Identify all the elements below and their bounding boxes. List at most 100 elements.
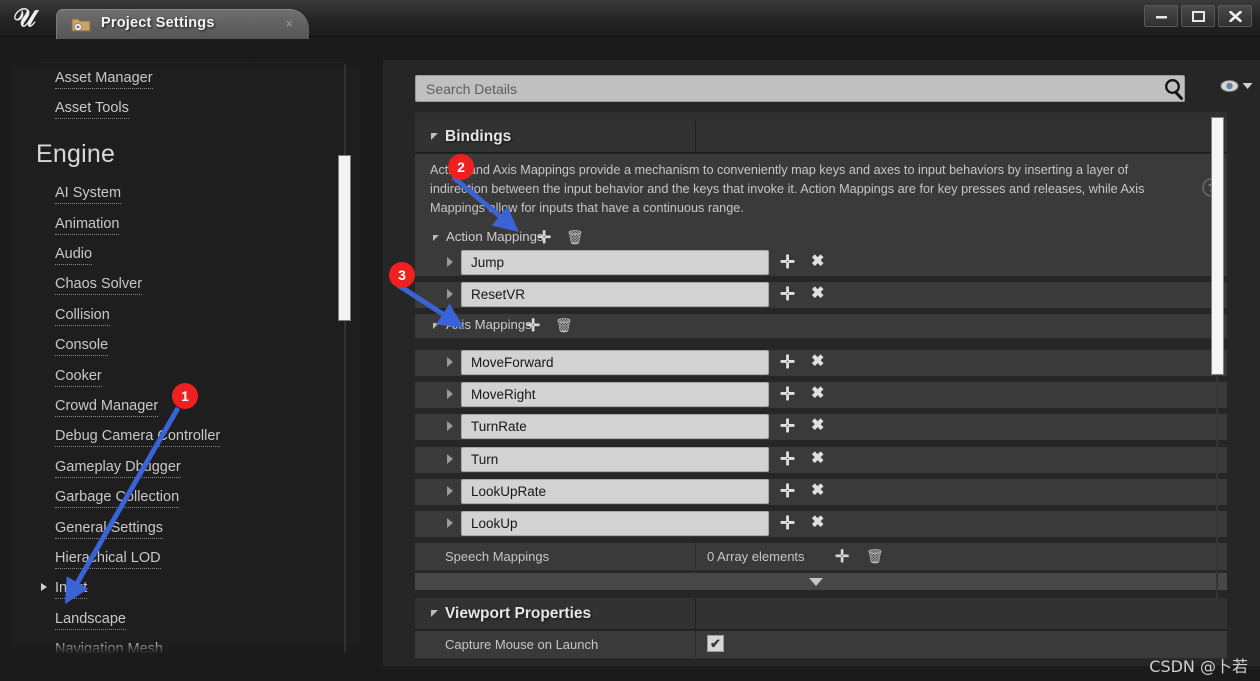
add-speech-mapping-button[interactable]: ✛	[835, 547, 849, 567]
remove-mapping-button[interactable]: ✖	[811, 512, 824, 534]
window-controls	[1144, 5, 1252, 27]
sidebar-scrollbar-thumb[interactable]	[338, 155, 351, 321]
column-divider	[695, 121, 696, 153]
collapse-viewport-properties-icon[interactable]	[431, 610, 438, 617]
capture-mouse-checkbox[interactable]: ✔	[707, 635, 724, 652]
sidebar-scrollbar-track[interactable]	[344, 64, 346, 652]
search-input[interactable]: Search Details	[415, 75, 1185, 102]
maximize-button[interactable]	[1181, 5, 1215, 27]
column-divider	[695, 631, 696, 659]
axis-mapping-name-input[interactable]: LookUp	[461, 511, 769, 536]
clear-speech-mappings-button[interactable]: 🗑	[866, 548, 884, 565]
remove-mapping-button[interactable]: ✖	[811, 415, 824, 437]
sidebar-item-hierachical-lod[interactable]: Hierachical LOD	[55, 550, 161, 569]
properties-scroll-area[interactable]: Bindings Action and Axis Mappings provid…	[415, 112, 1227, 662]
sidebar-item-input[interactable]: Input	[55, 580, 88, 599]
sidebar-item-ai-system[interactable]: AI System	[55, 185, 122, 204]
add-key-button[interactable]: ✛	[780, 512, 795, 534]
add-key-button[interactable]: ✛	[780, 383, 795, 405]
table-row[interactable]: MoveRight ✛ ✖	[415, 382, 1227, 408]
category-viewport-properties-header[interactable]: Viewport Properties	[415, 598, 1227, 630]
group-axis-mappings[interactable]: Axis Mappings ✛ 🗑	[415, 314, 1227, 338]
view-options-button[interactable]	[1220, 79, 1253, 93]
clear-action-mappings-button[interactable]: 🗑	[566, 229, 584, 246]
expand-row-icon[interactable]	[447, 289, 453, 299]
collapse-axis-mappings-icon[interactable]	[433, 323, 439, 329]
add-key-button[interactable]: ✛	[780, 351, 795, 373]
sidebar-item-debug-camera-controller[interactable]: Debug Camera Controller	[55, 428, 221, 447]
add-axis-mapping-button[interactable]: ✛	[526, 316, 540, 336]
search-placeholder: Search Details	[426, 81, 518, 97]
sidebar-item-asset-tools[interactable]: Asset Tools	[55, 100, 129, 119]
expand-row-icon[interactable]	[447, 257, 453, 267]
chevron-down-icon[interactable]	[809, 578, 823, 586]
sidebar-item-landscape[interactable]: Landscape	[55, 611, 126, 630]
remove-mapping-button[interactable]: ✖	[811, 480, 824, 502]
speech-mappings-label: Speech Mappings	[445, 549, 550, 564]
sidebar-item-cooker[interactable]: Cooker	[55, 368, 102, 387]
details-scrollbar-thumb[interactable]	[1211, 117, 1224, 375]
table-row[interactable]: MoveForward ✛ ✖	[415, 350, 1227, 376]
table-row[interactable]: LookUp ✛ ✖	[415, 511, 1227, 537]
axis-mapping-name-input[interactable]: MoveRight	[461, 382, 769, 407]
sidebar-item-garbage-collection[interactable]: Garbage Collection	[55, 489, 180, 508]
table-row[interactable]: LookUpRate ✛ ✖	[415, 479, 1227, 505]
axis-mapping-name-input[interactable]: Turn	[461, 447, 769, 472]
search-icon[interactable]	[1163, 78, 1185, 105]
annotation-marker-1: 1	[172, 383, 198, 409]
add-key-button[interactable]: ✛	[780, 480, 795, 502]
expand-row-icon[interactable]	[447, 357, 453, 367]
table-row[interactable]: Jump ✛ ✖	[415, 250, 1227, 276]
sidebar-item-asset-manager[interactable]: Asset Manager	[55, 70, 153, 89]
table-row[interactable]: TurnRate ✛ ✖	[415, 414, 1227, 440]
add-action-mapping-button[interactable]: ✛	[537, 228, 551, 248]
clear-axis-mappings-button[interactable]: 🗑	[555, 317, 573, 334]
add-key-button[interactable]: ✛	[780, 251, 795, 273]
remove-mapping-button[interactable]: ✖	[811, 283, 824, 305]
action-mapping-name-input[interactable]: Jump	[461, 250, 769, 275]
add-key-button[interactable]: ✛	[780, 415, 795, 437]
expand-row-icon[interactable]	[447, 454, 453, 464]
sidebar-expand-input-icon[interactable]	[41, 583, 47, 591]
axis-mapping-name-input[interactable]: LookUpRate	[461, 479, 769, 504]
sidebar-item-collision[interactable]: Collision	[55, 307, 110, 326]
expand-row-icon[interactable]	[447, 389, 453, 399]
group-action-mappings[interactable]: Action Mappings ✛ 🗑	[415, 226, 1227, 250]
expand-row-icon[interactable]	[447, 421, 453, 431]
collapse-bindings-icon[interactable]	[431, 133, 438, 140]
remove-mapping-button[interactable]: ✖	[811, 383, 824, 405]
remove-mapping-button[interactable]: ✖	[811, 448, 824, 470]
settings-sidebar[interactable]: Asset Manager Asset Tools Engine AI Syst…	[10, 60, 360, 661]
category-bindings-header[interactable]: Bindings	[415, 121, 1227, 153]
sidebar-item-crowd-manager[interactable]: Crowd Manager	[55, 398, 159, 417]
sidebar-item-console[interactable]: Console	[55, 337, 109, 356]
action-mapping-name-input[interactable]: ResetVR	[461, 282, 769, 307]
sidebar-item-audio[interactable]: Audio	[55, 246, 93, 265]
tab-project-settings[interactable]: Project Settings ×	[56, 9, 309, 39]
minimize-button[interactable]	[1144, 5, 1178, 27]
sidebar-section-engine: Engine	[36, 140, 116, 168]
remove-mapping-button[interactable]: ✖	[811, 351, 824, 373]
expand-row-icon[interactable]	[447, 518, 453, 528]
speech-mappings-value: 0 Array elements	[707, 549, 805, 564]
sidebar-item-general-settings[interactable]: General Settings	[55, 520, 164, 539]
remove-mapping-button[interactable]: ✖	[811, 251, 824, 273]
sidebar-item-navigation-mesh[interactable]: Navigation Mesh	[55, 641, 163, 660]
row-speech-mappings[interactable]: Speech Mappings 0 Array elements ✛ 🗑	[415, 543, 1227, 571]
tab-close-icon[interactable]: ×	[285, 16, 293, 32]
scroll-down-strip[interactable]	[415, 572, 1227, 590]
add-key-button[interactable]: ✛	[780, 283, 795, 305]
table-row[interactable]: ResetVR ✛ ✖	[415, 282, 1227, 308]
sidebar-item-gameplay-debugger[interactable]: Gameplay Dbugger	[55, 459, 181, 478]
column-divider	[695, 543, 696, 571]
sidebar-item-chaos-solver[interactable]: Chaos Solver	[55, 276, 143, 295]
axis-mapping-name-input[interactable]: TurnRate	[461, 414, 769, 439]
add-key-button[interactable]: ✛	[780, 448, 795, 470]
axis-mapping-name-input[interactable]: MoveForward	[461, 350, 769, 375]
expand-row-icon[interactable]	[447, 486, 453, 496]
row-capture-mouse-on-launch[interactable]: Capture Mouse on Launch ✔	[415, 631, 1227, 659]
close-button[interactable]	[1218, 5, 1252, 27]
sidebar-item-animation[interactable]: Animation	[55, 216, 120, 235]
collapse-action-mappings-icon[interactable]	[433, 235, 439, 241]
table-row[interactable]: Turn ✛ ✖	[415, 447, 1227, 473]
